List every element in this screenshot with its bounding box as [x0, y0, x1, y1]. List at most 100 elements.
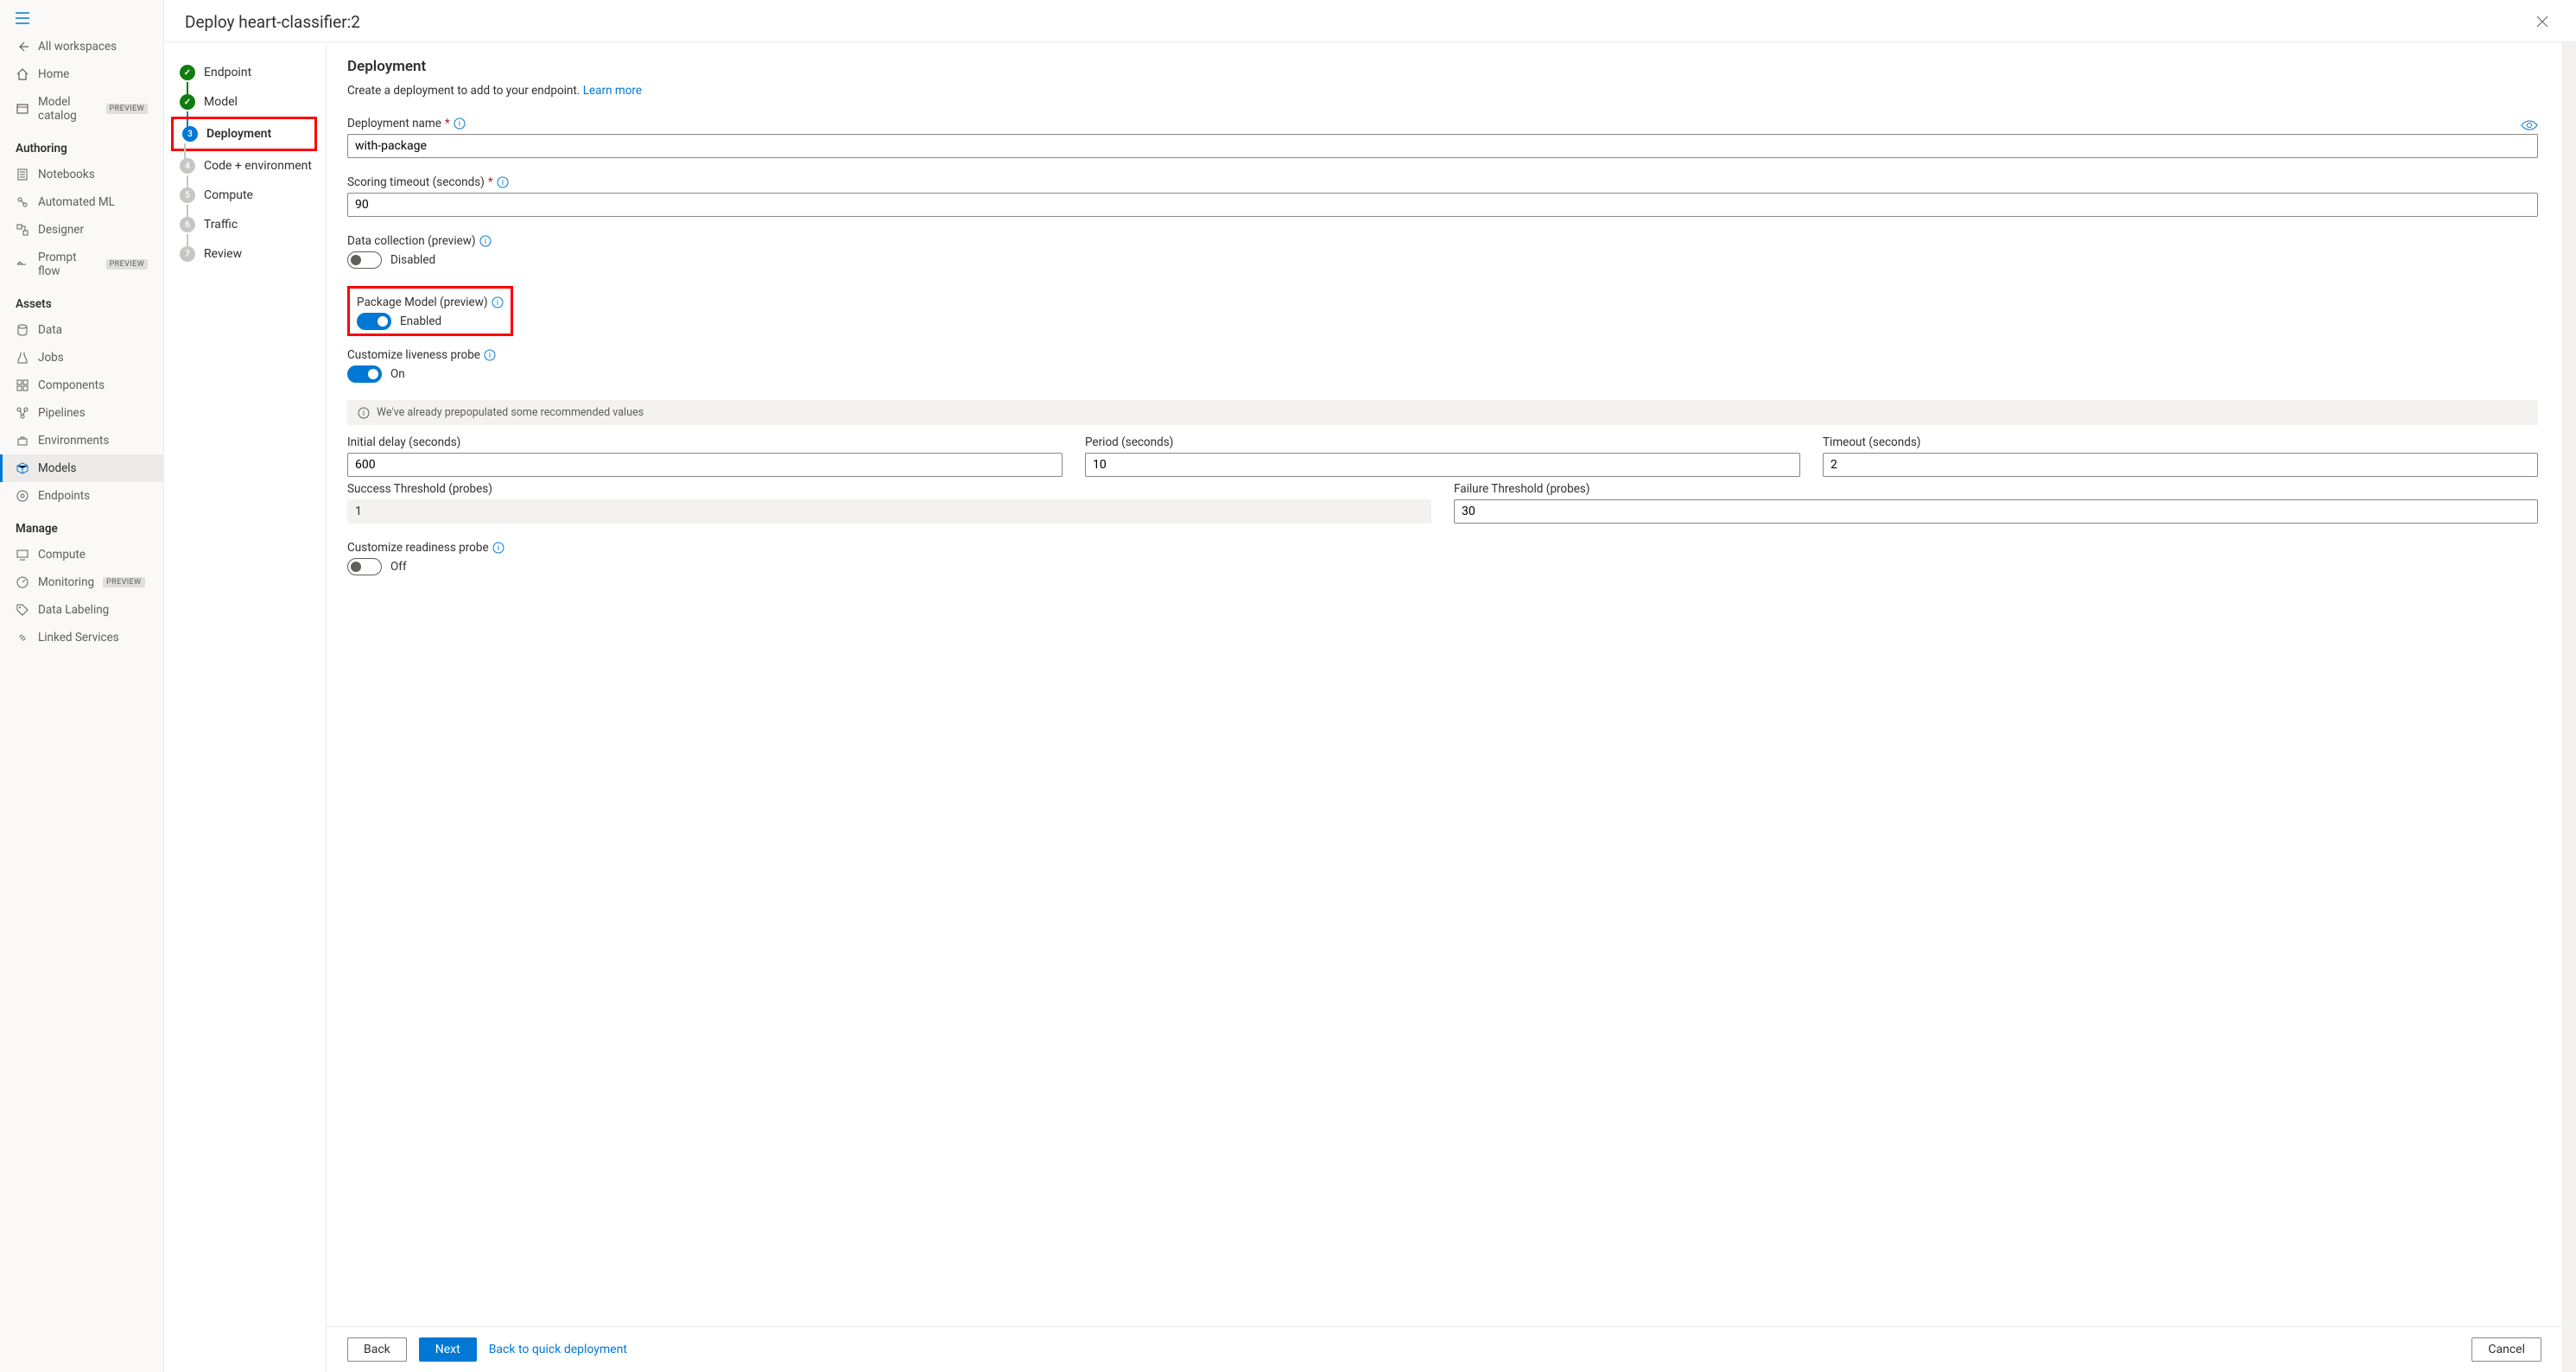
svg-text:i: i	[502, 179, 504, 187]
data-collection-toggle-row: Disabled	[347, 251, 2538, 269]
section-description: Create a deployment to add to your endpo…	[347, 84, 2538, 98]
wizard-step-code-environment[interactable]: 4 Code + environment	[176, 151, 317, 181]
nav-models[interactable]: Models	[0, 454, 163, 482]
learn-more-link[interactable]: Learn more	[583, 84, 642, 98]
svg-text:i: i	[489, 352, 491, 360]
nav-label: Monitoring	[38, 575, 94, 589]
info-icon[interactable]: i	[484, 349, 496, 361]
dialog-title: Deploy heart-classifier:2	[185, 12, 360, 32]
nav-data-labeling[interactable]: Data Labeling	[0, 596, 163, 624]
nav-label: Home	[38, 67, 69, 81]
nav-all-workspaces[interactable]: All workspaces	[0, 33, 163, 60]
info-icon[interactable]: i	[492, 296, 504, 308]
close-icon	[2536, 16, 2548, 28]
nav-label: Model catalog	[38, 95, 98, 123]
readiness-toggle[interactable]	[347, 558, 382, 575]
nav-data[interactable]: Data	[0, 316, 163, 344]
nav-designer[interactable]: Designer	[0, 216, 163, 244]
scrollbar[interactable]	[2562, 42, 2576, 1372]
readiness-probe-label: Customize readiness probe i	[347, 541, 2538, 555]
wizard-step-endpoint[interactable]: ✓ Endpoint	[176, 58, 317, 87]
wizard-step-deployment[interactable]: 3 Deployment	[171, 117, 317, 151]
info-icon[interactable]: i	[497, 176, 509, 188]
wizard-step-traffic[interactable]: 6 Traffic	[176, 210, 317, 239]
nav-linked-services[interactable]: Linked Services	[0, 624, 163, 651]
data-collection-label: Data collection (preview) i	[347, 234, 2538, 248]
nav-monitoring[interactable]: Monitoring PREVIEW	[0, 568, 163, 596]
nav-label: Compute	[38, 548, 86, 562]
success-threshold-input	[347, 499, 1431, 524]
next-button[interactable]: Next	[419, 1337, 477, 1362]
info-icon: i	[358, 407, 370, 419]
nav-endpoints[interactable]: Endpoints	[0, 482, 163, 510]
scoring-timeout-input[interactable]	[347, 193, 2538, 217]
scoring-timeout-label: Scoring timeout (seconds) * i	[347, 175, 2538, 189]
visibility-icon[interactable]	[2521, 117, 2538, 134]
nav-prompt-flow[interactable]: Prompt flow PREVIEW	[0, 244, 163, 285]
nav-heading-assets: Assets	[0, 285, 163, 316]
step-number-icon: 3	[182, 126, 198, 142]
package-model-label: Package Model (preview) i	[357, 295, 504, 309]
nav-pipelines[interactable]: Pipelines	[0, 399, 163, 427]
nav-home[interactable]: Home	[0, 60, 163, 88]
nav-label: Notebooks	[38, 168, 95, 181]
step-number-icon: 7	[180, 246, 195, 262]
nav-heading-manage: Manage	[0, 510, 163, 541]
initial-delay-input[interactable]	[347, 453, 1063, 477]
link-icon	[16, 631, 29, 645]
liveness-toggle-row: On	[347, 365, 2538, 383]
form-panel-outer: Deployment Create a deployment to add to…	[327, 42, 2562, 1372]
deployment-name-input[interactable]	[347, 134, 2538, 158]
initial-delay-label: Initial delay (seconds)	[347, 435, 1063, 449]
hamburger-menu[interactable]	[0, 7, 163, 33]
data-collection-toggle[interactable]	[347, 251, 382, 269]
wizard-step-model[interactable]: ✓ Model	[176, 87, 317, 117]
info-icon[interactable]: i	[454, 118, 466, 130]
period-input[interactable]	[1085, 453, 1800, 477]
nav-model-catalog[interactable]: Model catalog PREVIEW	[0, 88, 163, 130]
back-button[interactable]: Back	[347, 1337, 407, 1362]
nav-environments[interactable]: Environments	[0, 427, 163, 454]
wizard-step-compute[interactable]: 5 Compute	[176, 181, 317, 210]
info-icon[interactable]: i	[479, 235, 492, 247]
step-label: Traffic	[204, 218, 238, 232]
liveness-toggle[interactable]	[347, 365, 382, 383]
readiness-toggle-row: Off	[347, 558, 2538, 575]
environments-icon	[16, 434, 29, 448]
deploy-dialog: Deploy heart-classifier:2 ✓ Endpoint ✓ M…	[164, 0, 2576, 1372]
models-icon	[16, 461, 29, 475]
wizard-step-review[interactable]: 7 Review	[176, 239, 317, 269]
toggle-state-label: Disabled	[390, 253, 435, 267]
toggle-state-label: Enabled	[400, 314, 441, 328]
nav-components[interactable]: Components	[0, 372, 163, 399]
nav-label: Models	[38, 461, 77, 475]
failure-threshold-input[interactable]	[1454, 499, 2538, 524]
back-arrow-icon	[16, 40, 29, 54]
nav-automated-ml[interactable]: Automated ML	[0, 188, 163, 216]
nav-jobs[interactable]: Jobs	[0, 344, 163, 372]
label-icon	[16, 603, 29, 617]
cancel-button[interactable]: Cancel	[2471, 1337, 2541, 1362]
preview-badge: PREVIEW	[103, 577, 144, 588]
nav-notebooks[interactable]: Notebooks	[0, 161, 163, 188]
step-label: Code + environment	[204, 159, 312, 173]
info-icon[interactable]: i	[492, 542, 504, 554]
probe-timeout-input[interactable]	[1823, 453, 2538, 477]
package-model-toggle[interactable]	[357, 313, 391, 330]
failure-threshold-label: Failure Threshold (probes)	[1454, 482, 2538, 496]
step-number-icon: 4	[180, 158, 195, 174]
notebook-icon	[16, 168, 29, 181]
nav-compute[interactable]: Compute	[0, 541, 163, 568]
left-sidebar: All workspaces Home Model catalog PREVIE…	[0, 0, 164, 1372]
close-button[interactable]	[2529, 9, 2555, 35]
svg-text:i: i	[496, 299, 498, 308]
monitoring-icon	[16, 575, 29, 589]
svg-text:i: i	[485, 238, 486, 246]
dialog-header: Deploy heart-classifier:2	[164, 0, 2576, 42]
package-model-toggle-row: Enabled	[357, 313, 504, 330]
back-to-quick-link[interactable]: Back to quick deployment	[489, 1343, 627, 1356]
nav-label: Jobs	[38, 351, 64, 365]
dialog-footer: Back Next Back to quick deployment Cance…	[327, 1326, 2562, 1372]
nav-label: Linked Services	[38, 631, 119, 645]
nav-label: All workspaces	[38, 40, 117, 54]
